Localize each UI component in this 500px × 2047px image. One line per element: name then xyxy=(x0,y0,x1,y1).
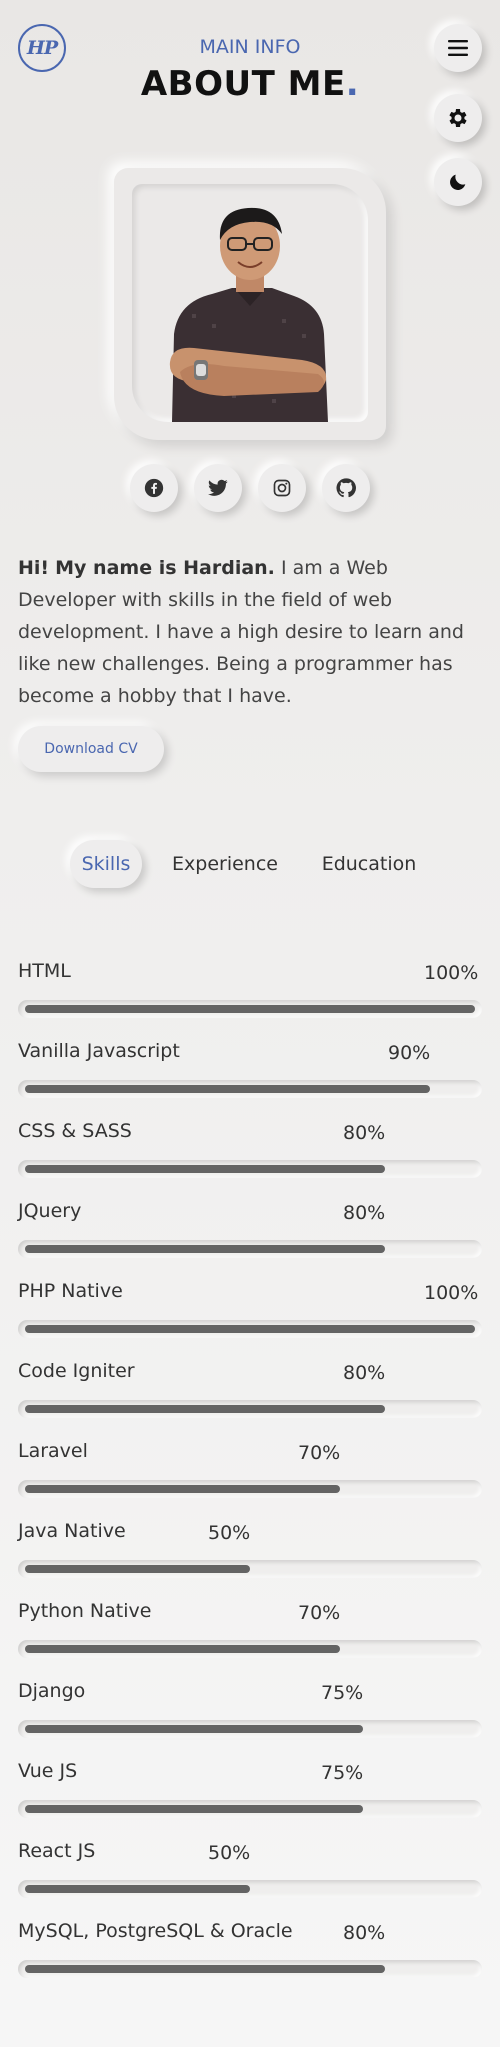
skill-percent: 80% xyxy=(343,1202,386,1224)
skill-name: Vue JS xyxy=(18,1760,78,1782)
skill-percent: 80% xyxy=(343,1922,386,1944)
bio-intro: My name is Hardian. xyxy=(55,557,275,579)
twitter-icon xyxy=(208,479,228,497)
skill-name: PHP Native xyxy=(18,1280,123,1302)
bio-text: Hi! My name is Hardian. I am a Web Devel… xyxy=(18,552,482,712)
download-cv-button[interactable]: Download CV xyxy=(18,726,164,772)
skill-progress-track xyxy=(18,1560,482,1578)
section-subtitle: MAIN INFO xyxy=(199,36,301,58)
skill-percent: 75% xyxy=(321,1682,364,1704)
skill-progress-fill xyxy=(25,1085,430,1093)
skill-name: HTML xyxy=(18,960,71,982)
skill-progress-track xyxy=(18,1480,482,1498)
skill-progress-fill xyxy=(25,1405,385,1413)
github-button[interactable] xyxy=(322,464,370,512)
page-title-dot: . xyxy=(345,64,360,104)
skill-progress-track xyxy=(18,1880,482,1898)
moon-icon xyxy=(447,171,469,193)
skill-name: MySQL, PostgreSQL & Oracle xyxy=(18,1920,293,1942)
skill-percent: 100% xyxy=(424,1282,479,1304)
skill-percent: 75% xyxy=(321,1762,364,1784)
tab-experience[interactable]: Experience xyxy=(164,840,286,888)
skill-percent: 70% xyxy=(298,1602,341,1624)
skill-progress-fill xyxy=(25,1645,340,1653)
skill-name: React JS xyxy=(18,1840,96,1862)
skill-progress-fill xyxy=(25,1965,385,1973)
theme-toggle-button[interactable] xyxy=(434,158,482,206)
skill-name: Java Native xyxy=(18,1520,126,1542)
skill-name: Django xyxy=(18,1680,86,1702)
bio-greeting: Hi! xyxy=(18,557,50,579)
skill-progress-fill xyxy=(25,1725,363,1733)
skill-percent: 50% xyxy=(208,1842,251,1864)
tab-education[interactable]: Education xyxy=(310,840,428,888)
skill-name: Python Native xyxy=(18,1600,152,1622)
skill-percent: 90% xyxy=(388,1042,431,1064)
page-title-text: ABOUT ME xyxy=(140,64,346,104)
skill-progress-fill xyxy=(25,1485,340,1493)
skill-percent: 50% xyxy=(208,1522,251,1544)
skill-progress-fill xyxy=(25,1005,475,1013)
skill-progress-track xyxy=(18,1640,482,1658)
skill-progress-track xyxy=(18,1720,482,1738)
instagram-icon xyxy=(272,478,292,498)
skill-name: CSS & SASS xyxy=(18,1120,132,1142)
skill-progress-track xyxy=(18,1320,482,1338)
profile-photo xyxy=(132,184,368,422)
skill-progress-fill xyxy=(25,1245,385,1253)
skill-percent: 100% xyxy=(424,962,479,984)
skill-name: Vanilla Javascript xyxy=(18,1040,180,1062)
skill-progress-track xyxy=(18,1800,482,1818)
profile-photo-frame xyxy=(114,168,386,440)
skill-name: Laravel xyxy=(18,1440,88,1462)
skill-progress-track xyxy=(18,1400,482,1418)
skill-name: Code Igniter xyxy=(18,1360,135,1382)
skill-progress-track xyxy=(18,1080,482,1098)
page-title: ABOUT ME. xyxy=(0,64,500,104)
github-icon xyxy=(336,478,356,498)
tab-skills[interactable]: Skills xyxy=(70,840,142,888)
skill-progress-track xyxy=(18,1000,482,1018)
skill-name: JQuery xyxy=(18,1200,82,1222)
skill-progress-fill xyxy=(25,1565,250,1573)
twitter-button[interactable] xyxy=(194,464,242,512)
skill-progress-fill xyxy=(25,1885,250,1893)
facebook-button[interactable] xyxy=(130,464,178,512)
skill-percent: 80% xyxy=(343,1122,386,1144)
gear-icon xyxy=(446,106,470,130)
bio-body: I am a Web Developer with skills in the … xyxy=(18,557,464,707)
skill-progress-track xyxy=(18,1160,482,1178)
skill-percent: 80% xyxy=(343,1362,386,1384)
skill-progress-fill xyxy=(25,1325,475,1333)
skill-progress-fill xyxy=(25,1805,363,1813)
skill-progress-track xyxy=(18,1960,482,1978)
skill-percent: 70% xyxy=(298,1442,341,1464)
skill-progress-track xyxy=(18,1240,482,1258)
instagram-button[interactable] xyxy=(258,464,306,512)
about-tabs: Skills Experience Education xyxy=(0,840,500,890)
skill-progress-fill xyxy=(25,1165,385,1173)
facebook-icon xyxy=(144,478,164,498)
